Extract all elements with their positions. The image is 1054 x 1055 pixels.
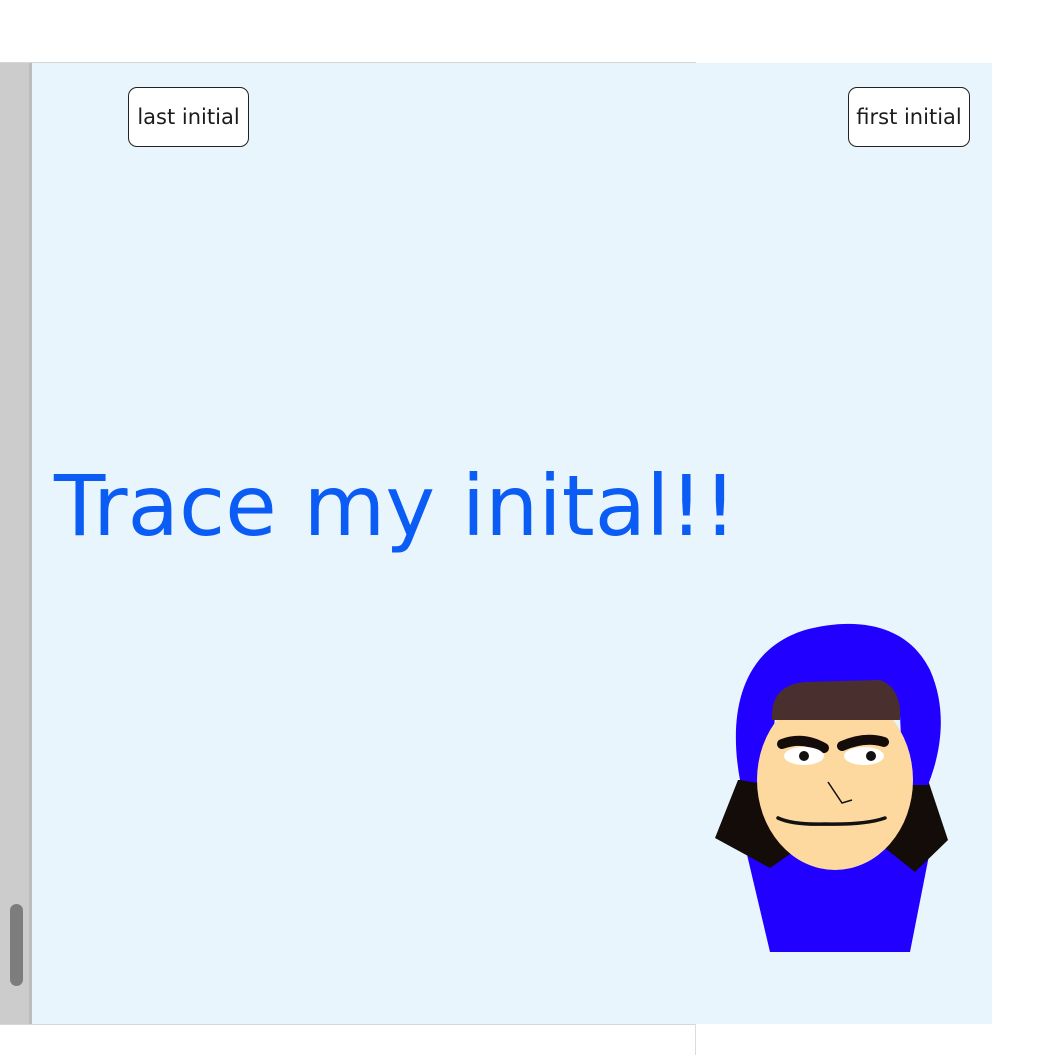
bottom-divider [0,1024,696,1025]
hooded-character-icon[interactable] [700,610,960,970]
first-initial-button[interactable]: first initial [848,87,970,147]
top-bar [0,0,1054,62]
bottom-separator [695,1024,696,1055]
character-bangs [771,680,901,720]
last-initial-button[interactable]: last initial [128,87,249,147]
character-right-eyebrow [837,734,889,751]
character-right-pupil [866,751,876,761]
page-title: Trace my inital!! [54,457,737,555]
bottom-bar [0,1024,1054,1055]
character-left-pupil [799,751,809,761]
scrollbar-thumb[interactable] [10,904,23,986]
vertical-scrollbar[interactable] [0,63,31,1024]
character-right-eye [844,747,884,765]
app-page: last initial first initial Trace my init… [0,0,1054,1055]
